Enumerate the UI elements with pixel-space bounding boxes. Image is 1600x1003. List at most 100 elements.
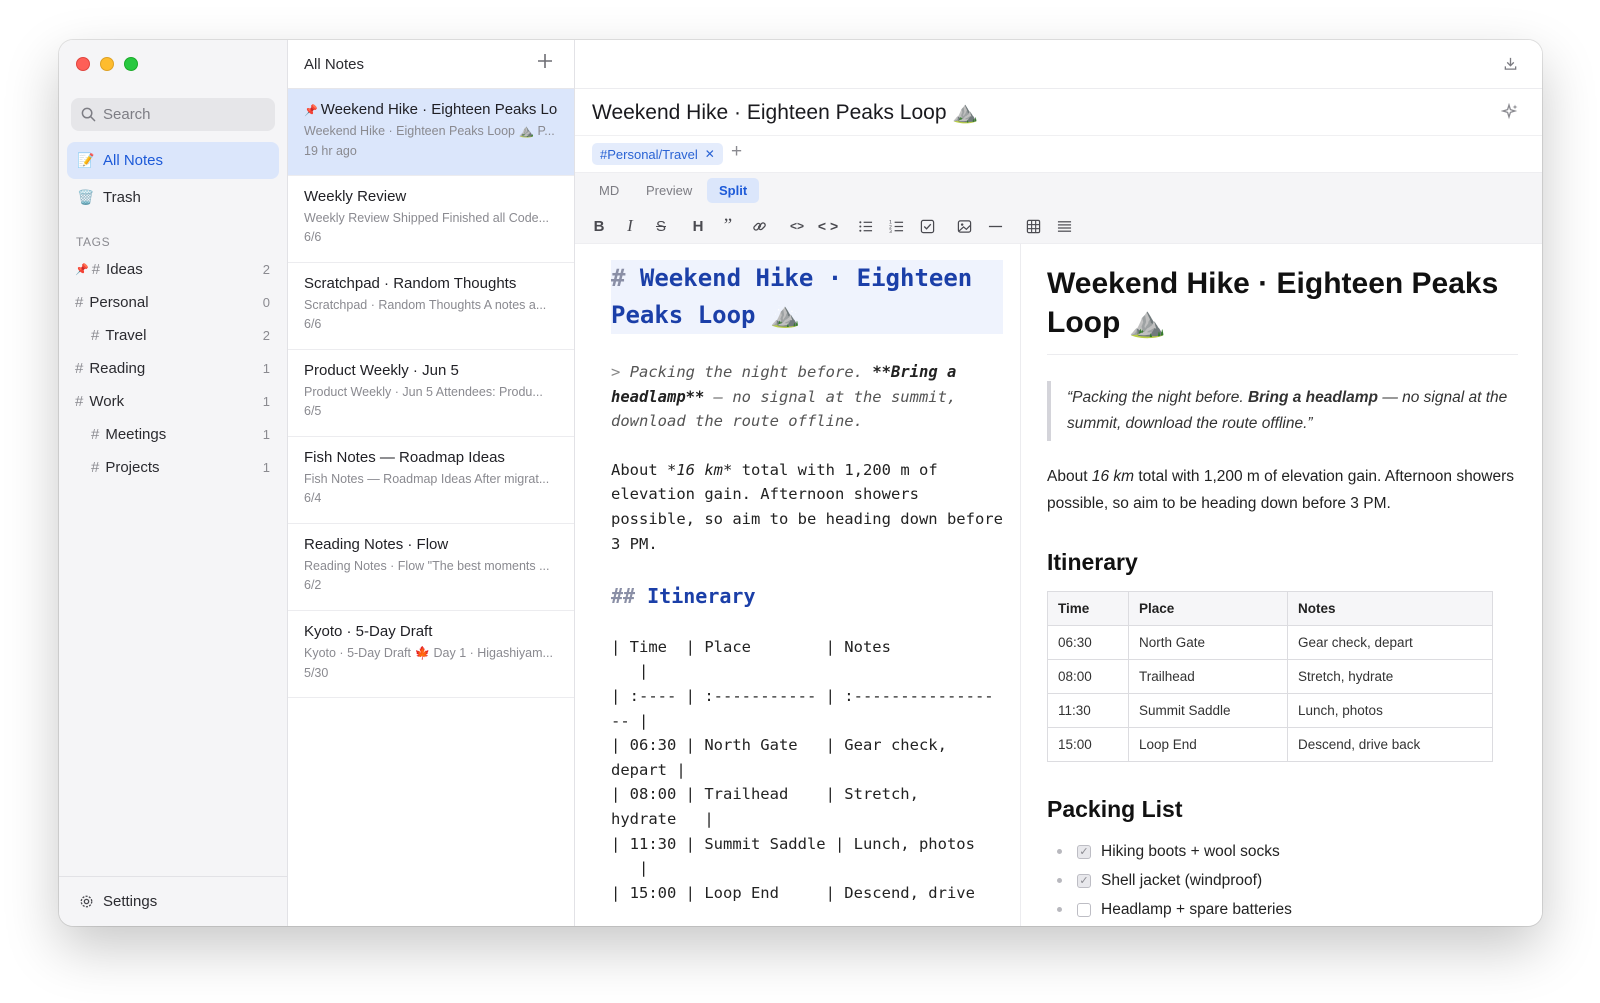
table-header: Notes [1287,591,1493,626]
note-item[interactable]: 📌 Weekend Hike · Eighteen Peaks Loop Week… [288,89,574,176]
tag-projects[interactable]: # Projects 1 [59,453,287,481]
preview-heading-packing: Packing List [1047,796,1183,822]
checklist-icon[interactable] [916,215,938,237]
ai-assist-button[interactable] [1500,102,1519,126]
md-heading-text: Itinerary [647,584,756,609]
note-title: Scratchpad · Random Thoughts [304,275,517,292]
tag-bar: #Personal/Travel ✕ + [575,136,1542,172]
note-item[interactable]: Reading Notes · Flow Reading Notes · Flo… [288,524,574,611]
tag-personal[interactable]: # Personal 0 [59,288,287,316]
note-date: 6/2 [304,578,322,592]
tag-ideas[interactable]: 📌 # Ideas 2 [59,255,287,283]
note-item[interactable]: Kyoto · 5-Day Draft Kyoto · 5-Day Draft … [288,611,574,698]
image-icon[interactable] [953,215,975,237]
new-note-button[interactable] [536,52,554,74]
pin-icon: 📌 [75,263,89,276]
md-quote-mark: > [611,363,621,381]
mode-preview-button[interactable]: Preview [634,178,704,203]
sidebar-item-trash[interactable]: 🗑️ Trash [67,179,279,216]
table-cell: Trailhead [1128,659,1288,694]
export-button[interactable] [1503,56,1518,76]
md-blockquote: > Packing the night before. **Bring a he… [611,360,1004,434]
tag-count: 1 [262,360,270,376]
markdown-editor[interactable]: # Weekend Hike · Eighteen Peaks Loop ⛰️ … [575,244,1021,926]
split-panes: # Weekend Hike · Eighteen Peaks Loop ⛰️ … [575,244,1542,926]
plus-icon [538,54,552,68]
bullet-list-icon[interactable] [854,215,876,237]
minimize-window-button[interactable] [100,57,114,71]
table-cell: 08:00 [1047,659,1129,694]
checkbox-checked-icon[interactable]: ✓ [1077,844,1091,859]
view-mode-bar: MD Preview Split [575,172,1542,207]
note-snippet: Scratchpad · Random Thoughts A notes a..… [304,298,547,312]
numbered-list-icon[interactable]: 123 [885,215,907,237]
table-icon[interactable] [1022,215,1044,237]
tag-work[interactable]: # Work 1 [59,387,287,415]
table-row: 06:30 North Gate Gear check, depart [1047,625,1493,660]
close-window-button[interactable] [76,57,90,71]
checkbox-checked-icon[interactable]: ✓ [1077,873,1091,888]
editor: Weekend Hike · Eighteen Peaks Loop ⛰️ #P… [575,40,1542,926]
tag-count: 0 [262,294,270,310]
align-icon[interactable] [1053,215,1075,237]
sidebar-item-all-notes[interactable]: 📝 All Notes [67,142,279,179]
add-tag-button[interactable]: + [731,141,742,163]
hash-icon: # [75,392,84,410]
tag-count: 1 [262,393,270,409]
table-cell: Lunch, photos [1287,693,1493,728]
horizontal-rule-icon[interactable] [984,215,1006,237]
note-item[interactable]: Fish Notes — Roadmap Ideas Fish Notes — … [288,437,574,524]
tag-label: Ideas [106,260,143,278]
sidebar: Search 📝 All Notes 🗑️ Trash TAGS 📌 # Ide… [59,40,288,926]
note-item[interactable]: Weekly Review Weekly Review Shipped Fini… [288,176,574,263]
format-toolbar: B I S H ” <> < > 123 [575,207,1542,244]
md-heading-2: ## Itinerary [611,584,1004,609]
table-cell: North Gate [1128,625,1288,660]
tag-chip[interactable]: #Personal/Travel ✕ [592,143,723,165]
code-block-icon[interactable]: < > [817,215,839,237]
tag-reading[interactable]: # Reading 1 [59,354,287,382]
strikethrough-icon[interactable]: S [650,215,672,237]
note-snippet: Reading Notes · Flow "The best moments .… [304,559,550,573]
zoom-window-button[interactable] [124,57,138,71]
trash-icon: 🗑️ [77,189,95,205]
md-heading-mark: # [611,264,626,292]
preview-blockquote: “Packing the night before. Bring a headl… [1047,381,1518,441]
hash-icon: # [91,326,100,344]
link-icon[interactable] [748,215,770,237]
download-icon [1504,57,1517,70]
list-item-label: Hiking boots + wool socks [1101,842,1280,860]
note-snippet: Kyoto · 5-Day Draft 🍁 Day 1 · Higashiyam… [304,646,553,660]
packing-list: ✓ Hiking boots + wool socks ✓ Shell jack… [1047,837,1518,924]
md-heading-text: Weekend Hike · Eighteen Peaks Loop ⛰️ [611,264,973,329]
note-title: Product Weekly · Jun 5 [304,362,459,379]
gear-icon [80,895,93,908]
search-placeholder: Search [103,106,151,123]
preview-quote-bold: Bring a headlamp [1247,389,1379,406]
remove-tag-icon[interactable]: ✕ [705,147,715,161]
table-cell: 06:30 [1047,625,1129,660]
hash-icon: # [91,458,100,476]
note-title: Weekly Review [304,188,407,205]
document-title[interactable]: Weekend Hike · Eighteen Peaks Loop ⛰️ [592,101,978,125]
settings-button[interactable]: Settings [59,876,287,926]
heading-icon[interactable]: H [687,215,709,237]
search-input[interactable]: Search [71,98,275,131]
note-item[interactable]: Product Weekly · Jun 5 Product Weekly · … [288,350,574,437]
preview-heading-itinerary: Itinerary [1047,549,1138,575]
mode-split-button[interactable]: Split [707,178,760,203]
tag-meetings[interactable]: # Meetings 1 [59,420,287,448]
mode-md-button[interactable]: MD [587,178,631,203]
bullet-icon [1057,907,1062,912]
italic-icon[interactable]: I [619,215,641,237]
inline-code-icon[interactable]: <> [786,215,808,237]
tag-travel[interactable]: # Travel 2 [59,321,287,349]
checkbox-unchecked-icon[interactable] [1077,902,1091,917]
table-row: 08:00 Trailhead Stretch, hydrate [1047,659,1493,694]
bold-icon[interactable]: B [588,215,610,237]
note-item[interactable]: Scratchpad · Random Thoughts Scratchpad … [288,263,574,350]
tag-label: Projects [105,458,160,476]
table-cell: Loop End [1128,727,1288,762]
quote-icon[interactable]: ” [717,215,739,237]
md-paragraph: About *16 km* total with 1,200 m of elev… [611,458,1004,556]
